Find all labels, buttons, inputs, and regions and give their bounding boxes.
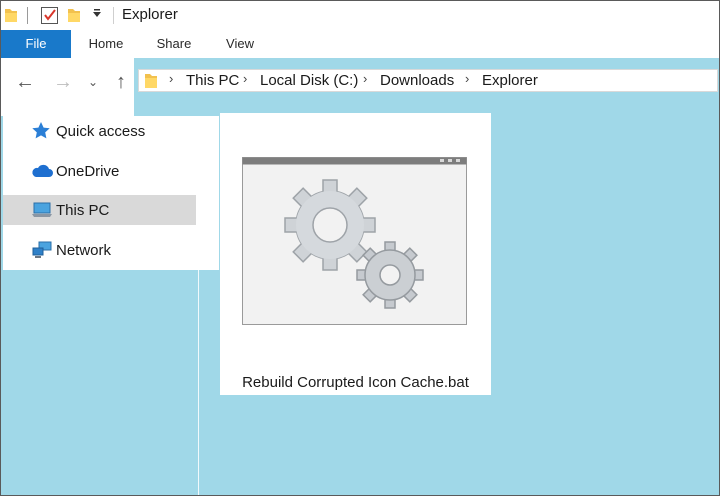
properties-icon[interactable]: [41, 7, 58, 24]
window-title: Explorer: [122, 6, 178, 23]
tab-view[interactable]: View: [207, 30, 273, 58]
ribbon-tabs: File Home Share View: [1, 30, 719, 58]
computer-icon: [31, 200, 53, 220]
sidebar-item-quick-access[interactable]: Quick access: [3, 116, 196, 146]
navigation-pane: Quick access OneDrive This PC Network: [3, 116, 219, 270]
title-separator: [113, 7, 114, 24]
star-icon: [31, 121, 53, 141]
folder-icon: [145, 73, 157, 89]
breadcrumb-downloads[interactable]: Downloads: [380, 72, 454, 89]
file-item[interactable]: Rebuild Corrupted Icon Cache.bat: [220, 113, 491, 395]
breadcrumb-local-disk[interactable]: Local Disk (C:): [260, 72, 358, 89]
batch-file-gears-icon: [242, 157, 467, 325]
recent-locations-dropdown[interactable]: ⌄: [85, 68, 101, 96]
sidebar-item-label: This PC: [56, 201, 110, 219]
customize-dropdown-icon[interactable]: [90, 6, 104, 24]
sidebar-item-label: Network: [56, 241, 112, 259]
explorer-window: Explorer File Home Share View ← → ⌄ ↑ › …: [0, 0, 720, 496]
back-button[interactable]: ←: [13, 68, 37, 96]
tab-share[interactable]: Share: [141, 30, 207, 58]
sidebar-item-network[interactable]: Network: [3, 235, 196, 265]
cloud-icon: [31, 161, 53, 181]
pane-splitter[interactable]: [198, 116, 199, 495]
sidebar-item-label: OneDrive: [56, 162, 120, 180]
breadcrumb-separator[interactable]: ›: [169, 71, 173, 86]
tab-file[interactable]: File: [1, 30, 71, 58]
breadcrumb-explorer[interactable]: Explorer: [482, 72, 538, 89]
toolbar-separator: [27, 7, 28, 24]
title-bar: Explorer: [1, 1, 719, 30]
forward-button[interactable]: →: [51, 68, 75, 96]
sidebar-item-this-pc[interactable]: This PC: [3, 195, 196, 225]
sidebar-item-onedrive[interactable]: OneDrive: [3, 156, 196, 186]
breadcrumb-separator[interactable]: ›: [243, 71, 247, 86]
tab-home[interactable]: Home: [71, 30, 141, 58]
sidebar-item-label: Quick access: [56, 122, 146, 140]
network-icon: [31, 240, 53, 260]
up-button[interactable]: ↑: [109, 68, 133, 96]
address-bar[interactable]: › This PC › Local Disk (C:) › Downloads …: [138, 69, 718, 92]
file-name: Rebuild Corrupted Icon Cache.bat: [242, 374, 469, 391]
breadcrumb-this-pc[interactable]: This PC: [186, 72, 239, 89]
folder-icon[interactable]: [5, 8, 17, 22]
breadcrumb-separator[interactable]: ›: [465, 71, 469, 86]
navigation-panel: ← → ⌄ ↑: [1, 58, 134, 116]
breadcrumb-separator[interactable]: ›: [363, 71, 367, 86]
new-folder-icon[interactable]: [68, 8, 80, 22]
